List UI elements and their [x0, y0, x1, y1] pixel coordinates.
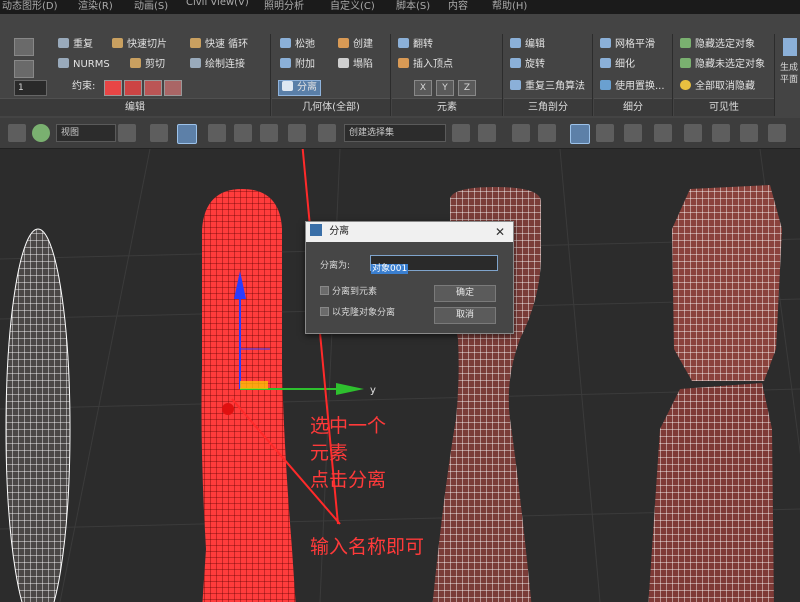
menu-item-graphics[interactable]: 动态图形(D)	[2, 0, 58, 12]
element-group-divider	[392, 34, 503, 116]
detach-to-element-label: 分离到元素	[332, 287, 378, 297]
menu-item-lighting[interactable]: 照明分析	[264, 0, 304, 12]
detach-as-label: 分离为:	[320, 261, 351, 271]
layer-explorer-icon[interactable]	[512, 124, 530, 142]
render-cloud-icon[interactable]	[768, 124, 786, 142]
pivot-icon[interactable]	[177, 124, 197, 144]
menu-item-help[interactable]: 帮助(H)	[492, 0, 527, 12]
dialog-app-icon	[310, 224, 322, 236]
menu-item-render[interactable]: 渲染(R)	[78, 0, 113, 12]
menu-item-content[interactable]: 内容	[448, 0, 468, 12]
tri-group-divider	[504, 34, 593, 116]
mirror-icon[interactable]	[452, 124, 470, 142]
layer-manager-icon[interactable]	[538, 124, 556, 142]
render-setup-icon[interactable]	[684, 124, 702, 142]
render-frame-icon[interactable]	[712, 124, 730, 142]
generate-plane-label: 生成 平面	[780, 63, 799, 85]
schematic-icon[interactable]	[624, 124, 642, 142]
render-icon[interactable]	[740, 124, 758, 142]
visibility-group-divider	[674, 34, 775, 116]
view-dropdown[interactable]: 视图	[56, 124, 116, 142]
material-editor-icon[interactable]	[654, 124, 672, 142]
subdiv-group-divider	[594, 34, 673, 116]
cancel-button[interactable]: 取消	[434, 307, 496, 324]
close-icon[interactable]: ✕	[495, 222, 505, 242]
paint-select-icon[interactable]	[32, 124, 50, 142]
dialog-title: 分离	[329, 226, 350, 237]
detach-as-clone-checkbox[interactable]	[320, 307, 329, 316]
main-toolbar: 视图 创建选择集	[0, 118, 800, 149]
angle-snap-icon[interactable]	[234, 124, 252, 142]
ribbon: 1 重复 快速切片 快速 循环 NURMS 剪切 绘制连接 约束: 编辑 松弛 …	[0, 14, 800, 119]
menu-item-animation[interactable]: 动画(S)	[134, 0, 168, 12]
menu-bar: 动态图形(D) 渲染(R) 动画(S) Civil View(V) 照明分析 自…	[0, 0, 800, 14]
curve-editor-icon[interactable]	[596, 124, 614, 142]
snap-2-5-icon[interactable]	[208, 124, 226, 142]
detach-as-clone-label: 以克隆对象分离	[332, 308, 396, 318]
object-name-value: 对象001	[371, 264, 409, 274]
annotation-line-4: 输入名称即可	[310, 536, 425, 558]
generate-plane-button[interactable]: 生成 平面	[780, 38, 800, 98]
annotation-line-1: 选中一个	[310, 415, 387, 437]
gizmo-axis-y-label: y	[370, 385, 376, 396]
percent-snap-icon[interactable]	[260, 124, 278, 142]
move-icon[interactable]	[150, 124, 168, 142]
generate-plane-icon	[783, 38, 797, 56]
edit-named-sel-icon[interactable]	[318, 124, 336, 142]
ok-button[interactable]: 确定	[434, 285, 496, 302]
selected-red-column-mesh	[201, 189, 296, 602]
menu-item-civil-view[interactable]: Civil View(V)	[186, 0, 249, 8]
geometry-group-divider	[272, 34, 391, 116]
ref-coord-icon[interactable]	[118, 124, 136, 142]
object-name-input[interactable]: 对象001	[370, 255, 498, 274]
named-selection-dropdown[interactable]: 创建选择集	[344, 124, 446, 142]
detach-dialog: 分离 ✕ 分离为: 对象001 分离到元素 以克隆对象分离 确定 取消	[305, 221, 514, 334]
select-region-icon[interactable]	[8, 124, 26, 142]
menu-item-customize[interactable]: 自定义(C)	[330, 0, 375, 12]
menu-item-script[interactable]: 脚本(S)	[396, 0, 430, 12]
perspective-viewport[interactable]: y 选中一个 元素 点击分离 输入名称即可	[0, 149, 800, 602]
align-icon[interactable]	[478, 124, 496, 142]
annotation-line-3: 点击分离	[310, 469, 387, 491]
spinner-snap-icon[interactable]	[288, 124, 306, 142]
edit-group-divider	[0, 34, 271, 116]
ribbon-toggle-icon[interactable]	[570, 124, 590, 144]
detach-to-element-checkbox[interactable]	[320, 286, 329, 295]
annotation-line-2: 元素	[310, 442, 349, 464]
dialog-title-bar[interactable]: 分离 ✕	[306, 222, 513, 242]
left-ellipsoid-mesh	[5, 228, 71, 602]
right-faceted-column-mesh	[648, 185, 782, 602]
